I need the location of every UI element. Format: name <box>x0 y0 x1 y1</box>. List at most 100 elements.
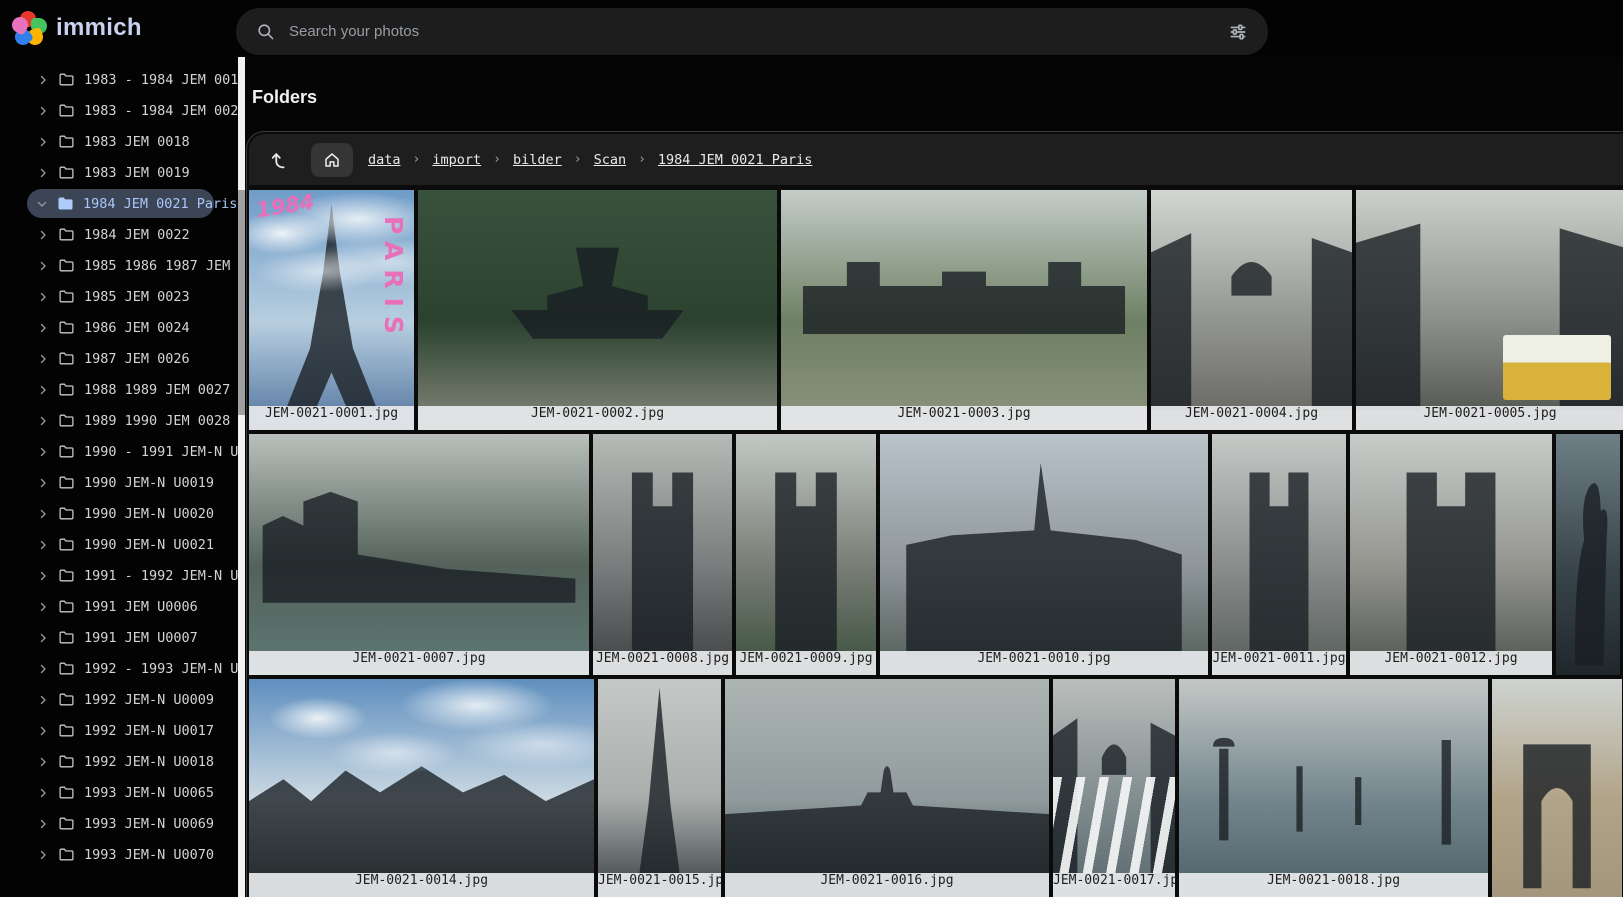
photo-subject-silhouette <box>1356 190 1623 430</box>
photo-grid: JEM-0021-0001.jpg 1984PARIS JEM-0021-000… <box>249 190 1623 897</box>
photo-thumbnail[interactable]: JEM-0021-0016.jpg <box>725 679 1049 897</box>
chevron-icon <box>37 105 49 117</box>
folder-icon <box>58 71 75 88</box>
breadcrumb-separator-icon: › <box>638 152 646 167</box>
sidebar-folder-item[interactable]: 1989 1990 JEM 0028 <box>0 405 238 436</box>
photo-subject-silhouette <box>1212 434 1346 675</box>
photo-thumbnail[interactable]: JEM-0021-0018.jpg <box>1179 679 1488 897</box>
photo-filename-caption: JEM-0021-0004.jpg <box>1151 406 1352 430</box>
sidebar-folder-item[interactable]: 1992 JEM-N U0017 <box>0 715 238 746</box>
chevron-icon <box>37 229 49 241</box>
sidebar-folder-item[interactable]: 1983 - 1984 JEM 0020 <box>0 95 238 126</box>
sidebar-folder-item[interactable]: 1990 JEM-N U0021 <box>0 529 238 560</box>
photo-thumbnail[interactable]: JEM-0021-0007.jpg <box>249 434 589 675</box>
photo-thumbnail[interactable]: JEM-0021-0014.jpg <box>249 679 594 897</box>
photo-subject-silhouette <box>1350 434 1552 675</box>
photo-subject-silhouette <box>418 190 777 430</box>
breadcrumb-link[interactable]: 1984 JEM 0021 Paris <box>658 152 812 168</box>
sidebar-folder-label: 1986 JEM 0024 <box>84 320 190 336</box>
photo-thumbnail[interactable]: JEM-0021-0004.jpg <box>1151 190 1352 430</box>
photo-thumbnail[interactable]: JEM-0021-0015.jpg <box>598 679 721 897</box>
sidebar-folder-item[interactable]: 1983 JEM 0019 <box>0 157 238 188</box>
chevron-icon <box>37 601 49 613</box>
sidebar-folder-item[interactable]: 1988 1989 JEM 0027 <box>0 374 238 405</box>
photo-thumbnail[interactable]: JEM-0021-0002.jpg <box>418 190 777 430</box>
sidebar-folder-item[interactable]: 1991 JEM U0007 <box>0 622 238 653</box>
photo-thumbnail[interactable]: JEM-0021-0003.jpg <box>781 190 1147 430</box>
photo-thumbnail[interactable]: JEM-0021-0008.jpg <box>593 434 732 675</box>
folder-icon <box>58 846 75 863</box>
photo-thumbnail[interactable] <box>1556 434 1620 675</box>
search-bar[interactable] <box>236 8 1268 55</box>
sidebar-folder-item[interactable]: 1993 JEM-N U0069 <box>0 808 238 839</box>
folder-icon <box>58 629 75 646</box>
chevron-icon <box>37 477 49 489</box>
breadcrumb-link[interactable]: import <box>432 152 481 168</box>
sidebar-scrollbar-thumb[interactable] <box>238 190 245 415</box>
sidebar-folder-item[interactable]: 1984 JEM 0021 Paris <box>27 189 214 218</box>
folder-icon <box>58 815 75 832</box>
sidebar-folder-label: 1993 JEM-N U0065 <box>84 785 214 801</box>
folder-icon <box>58 102 75 119</box>
chevron-icon <box>37 756 49 768</box>
sidebar-folder-item[interactable]: 1992 - 1993 JEM-N U00 <box>0 653 238 684</box>
chevron-icon <box>37 725 49 737</box>
photo-thumbnail[interactable]: JEM-0021-0017.jpg <box>1053 679 1175 897</box>
sidebar-folder-item[interactable]: 1986 JEM 0024 <box>0 312 238 343</box>
photo-thumbnail[interactable]: JEM-0021-0005.jpg <box>1356 190 1623 430</box>
sidebar-folder-label: 1990 JEM-N U0019 <box>84 475 214 491</box>
photo-thumbnail[interactable]: JEM-0021-0001.jpg 1984PARIS <box>249 190 414 430</box>
sidebar-folder-item[interactable]: 1993 JEM-N U0065 <box>0 777 238 808</box>
home-button[interactable] <box>311 143 353 177</box>
sidebar-folder-label: 1991 JEM U0006 <box>84 599 198 615</box>
chevron-icon <box>37 446 49 458</box>
sidebar-folder-item[interactable]: 1991 JEM U0006 <box>0 591 238 622</box>
sidebar-folder-item[interactable]: 1993 JEM-N U0070 <box>0 839 238 870</box>
main-content: Folders data›import›bilder›Scan›1984 JEM… <box>245 57 1623 897</box>
photo-thumbnail[interactable]: JEM-0021-0011.jpg <box>1212 434 1346 675</box>
photo-thumbnail[interactable] <box>1492 679 1622 897</box>
photo-filename-caption: JEM-0021-0018.jpg <box>1179 873 1488 897</box>
chevron-icon <box>37 787 49 799</box>
sidebar-folder-item[interactable]: 1992 JEM-N U0018 <box>0 746 238 777</box>
sidebar-folder-item[interactable]: 1983 - 1984 JEM 0017 <box>0 64 238 95</box>
chevron-icon <box>37 818 49 830</box>
sidebar-folder-item[interactable]: 1985 1986 1987 JEM 00 <box>0 250 238 281</box>
sidebar-folder-label: 1992 JEM-N U0018 <box>84 754 214 770</box>
sidebar-folder-item[interactable]: 1992 JEM-N U0009 <box>0 684 238 715</box>
filter-icon[interactable] <box>1228 22 1248 42</box>
sidebar-folder-item[interactable]: 1990 - 1991 JEM-N U00 <box>0 436 238 467</box>
photo-thumbnail[interactable]: JEM-0021-0010.jpg <box>880 434 1208 675</box>
sidebar-folder-item[interactable]: 1984 JEM 0022 <box>0 219 238 250</box>
go-up-button[interactable] <box>262 143 296 177</box>
app-logo[interactable]: immich <box>12 11 142 45</box>
photo-overlay-text: PARIS <box>379 216 408 343</box>
sidebar-folder-label: 1985 1986 1987 JEM 00 <box>84 258 238 274</box>
search-input[interactable] <box>289 23 1214 40</box>
sidebar-folder-label: 1991 JEM U0007 <box>84 630 198 646</box>
sidebar-folder-label: 1983 JEM 0019 <box>84 165 190 181</box>
folder-tree-sidebar: 1983 - 1984 JEM 0017 1983 - 1984 JEM 002… <box>0 57 238 897</box>
photo-thumbnail[interactable]: JEM-0021-0012.jpg <box>1350 434 1552 675</box>
sidebar-folder-label: 1993 JEM-N U0070 <box>84 847 214 863</box>
sidebar-folder-item[interactable]: 1990 JEM-N U0019 <box>0 467 238 498</box>
sidebar-folder-item[interactable]: 1983 JEM 0018 <box>0 126 238 157</box>
folder-icon <box>58 598 75 615</box>
sidebar-folder-item[interactable]: 1985 JEM 0023 <box>0 281 238 312</box>
breadcrumb-link[interactable]: data <box>368 152 401 168</box>
chevron-icon <box>36 198 48 210</box>
sidebar-folder-item[interactable]: 1990 JEM-N U0020 <box>0 498 238 529</box>
chevron-icon <box>37 508 49 520</box>
arrow-up-icon <box>268 149 290 171</box>
folder-icon <box>58 164 75 181</box>
folder-icon <box>58 567 75 584</box>
sidebar-folder-item[interactable]: 1991 - 1992 JEM-N U00 <box>0 560 238 591</box>
sidebar-folder-label: 1984 JEM 0022 <box>84 227 190 243</box>
breadcrumb-link[interactable]: Scan <box>594 152 627 168</box>
breadcrumb-link[interactable]: bilder <box>513 152 562 168</box>
photo-subject-silhouette <box>1492 679 1622 897</box>
chevron-icon <box>37 539 49 551</box>
sidebar-folder-item[interactable]: 1987 JEM 0026 <box>0 343 238 374</box>
sidebar-folder-label: 1983 - 1984 JEM 0017 <box>84 72 238 88</box>
photo-thumbnail[interactable]: JEM-0021-0009.jpg <box>736 434 876 675</box>
